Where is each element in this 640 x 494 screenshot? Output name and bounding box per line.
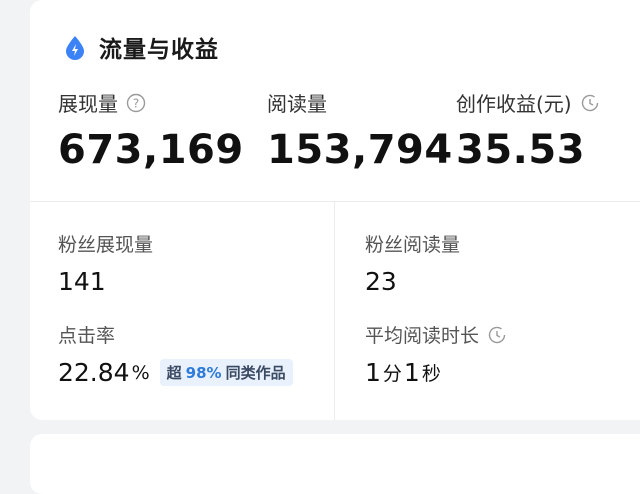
metric-value: 153,794 [267, 127, 453, 173]
click-rate[interactable]: 点击率 22.84 % 超 98% 同类作品 [58, 321, 293, 387]
metric-value: 35.53 [456, 127, 586, 173]
badge-percent: 98% [185, 363, 222, 382]
avg-read-time-label: 平均阅读时长 [365, 325, 480, 347]
fans-impressions-value: 141 [58, 267, 106, 296]
minutes-unit: 分 [382, 363, 402, 385]
click-rate-label: 点击率 [58, 325, 116, 347]
badge-prefix: 超 [166, 364, 182, 382]
metric-label: 阅读量 [267, 92, 327, 116]
fans-impressions-label: 粉丝展现量 [58, 234, 154, 256]
traffic-revenue-card: 流量与收益 展现量 ? 673,169 阅读量 153,794 创作收益(元) [30, 0, 640, 420]
percent-unit: % [131, 361, 150, 384]
divider [30, 201, 640, 202]
seconds-unit: 秒 [421, 363, 441, 385]
metric-label: 展现量 [58, 92, 118, 116]
metric-value: 673,169 [58, 127, 244, 173]
next-card [30, 434, 640, 494]
fans-reads[interactable]: 粉丝阅读量 23 [365, 230, 460, 296]
metric-revenue[interactable]: 创作收益(元) 35.53 [456, 88, 600, 173]
section-title: 流量与收益 [99, 37, 219, 63]
metric-impressions[interactable]: 展现量 ? 673,169 [58, 88, 244, 173]
metric-label: 创作收益(元) [456, 92, 572, 116]
fans-reads-value: 23 [365, 267, 397, 296]
metric-reads[interactable]: 阅读量 153,794 [267, 88, 453, 173]
avg-read-time[interactable]: 平均阅读时长 1 分 1 秒 [365, 321, 507, 387]
comparison-badge: 超 98% 同类作品 [159, 359, 293, 386]
clock-icon[interactable] [487, 325, 507, 345]
seconds-value: 1 [403, 358, 420, 387]
divider [334, 202, 335, 420]
minutes-value: 1 [365, 358, 381, 387]
click-rate-value: 22.84 [58, 358, 130, 387]
badge-suffix: 同类作品 [225, 364, 286, 382]
question-circle-icon[interactable]: ? [126, 93, 146, 113]
section-header: 流量与收益 [62, 30, 219, 64]
svg-text:?: ? [133, 96, 139, 110]
clock-icon[interactable] [580, 93, 600, 113]
fans-reads-label: 粉丝阅读量 [365, 234, 461, 256]
fans-impressions[interactable]: 粉丝展现量 141 [58, 230, 153, 296]
lightning-drop-icon [62, 34, 88, 60]
